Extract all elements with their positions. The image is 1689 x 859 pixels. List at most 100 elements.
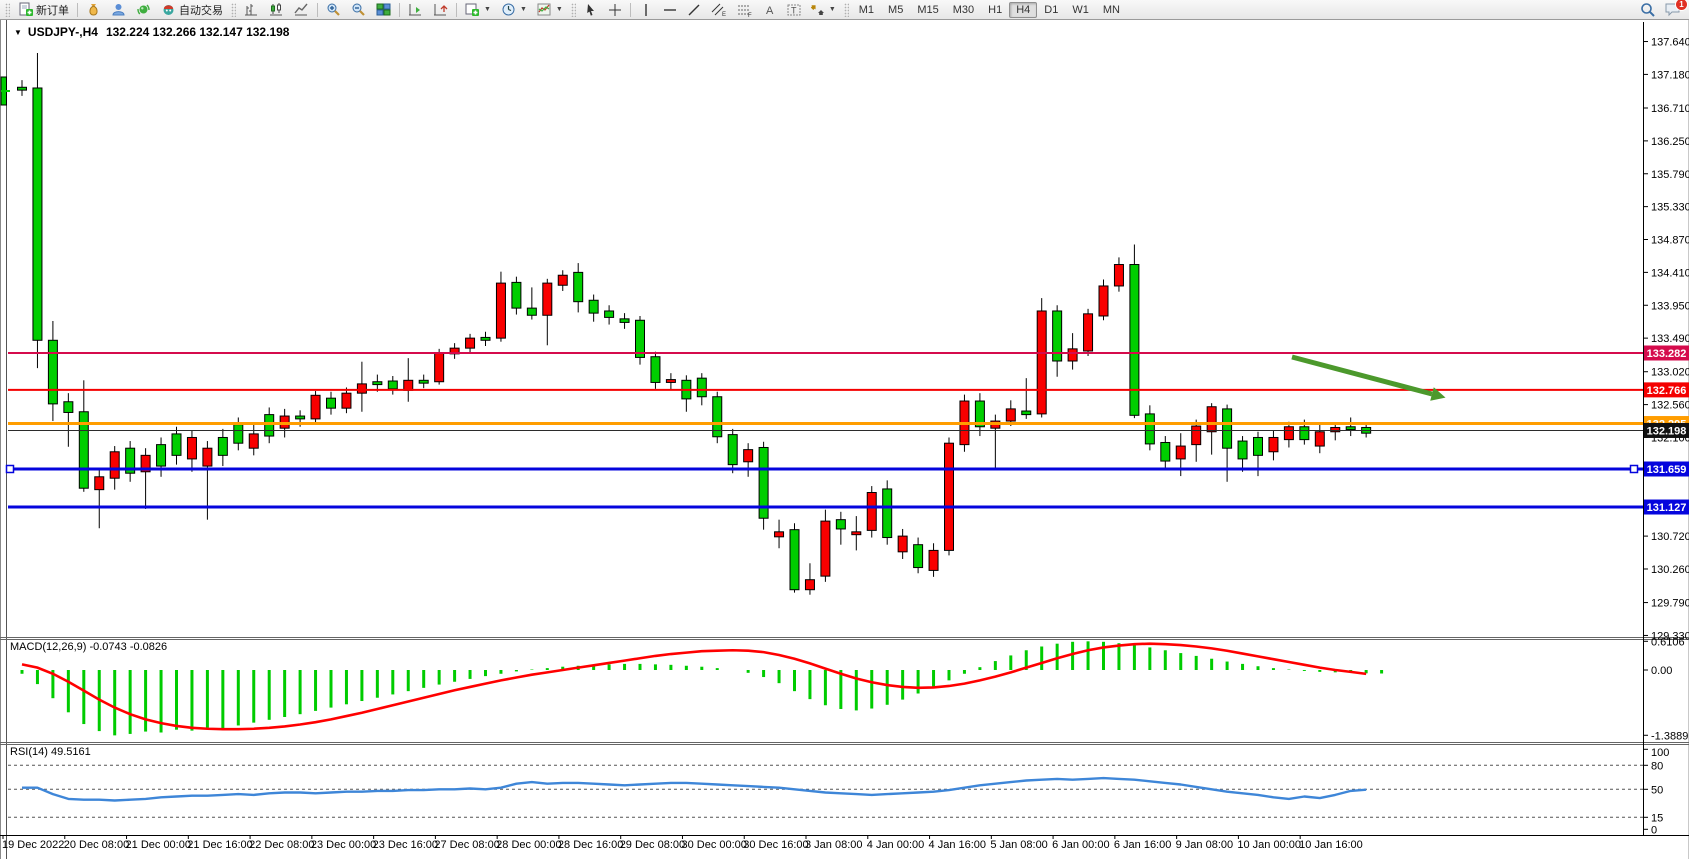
community-button[interactable] (106, 0, 131, 19)
tile-windows-button[interactable] (371, 0, 396, 19)
price-badge-label: 131.127 (1647, 502, 1687, 514)
bar-chart-button[interactable] (239, 0, 264, 19)
toolbar-separator (77, 3, 78, 17)
price-tick-label: 137.640 (1651, 37, 1689, 49)
svg-text:E: E (722, 12, 726, 17)
notifications-button[interactable]: 1 (1664, 2, 1681, 17)
text-label-icon: T (787, 3, 801, 17)
crosshair-button[interactable] (603, 1, 627, 19)
cursor-icon (584, 3, 598, 17)
bear-candle (775, 532, 784, 537)
price-badge-131127: 131.127 (1644, 500, 1689, 515)
time-tick-label: 22 Dec 08:00 (249, 839, 314, 851)
chart-shift-button[interactable] (403, 0, 428, 19)
horizontal-line-icon (663, 3, 677, 17)
zoom-out-button[interactable] (346, 0, 371, 19)
bear-candle (1176, 446, 1185, 459)
time-tick-label: 10 Jan 00:00 (1237, 839, 1301, 851)
search-icon[interactable] (1640, 2, 1656, 18)
rsi-panel[interactable]: 1008050150 (8, 747, 1669, 836)
bull-candle (527, 308, 536, 315)
chart-title[interactable]: ▼USDJPY-,H4132.224 132.266 132.147 132.1… (14, 25, 289, 39)
equidistant-channel-button[interactable]: E (706, 1, 732, 19)
bear-candle (558, 275, 567, 285)
tf-button-m15[interactable]: M15 (910, 2, 945, 18)
tile-windows-icon (376, 2, 391, 17)
tf-button-h1[interactable]: H1 (981, 2, 1009, 18)
indicators-button[interactable]: ▼ (532, 0, 568, 19)
bull-candle (728, 435, 737, 465)
bull-candle (33, 88, 42, 340)
cursor-button[interactable] (579, 1, 603, 19)
bear-candle (187, 437, 196, 458)
rsi-axis-label: 100 (1651, 747, 1669, 759)
hline-131659[interactable] (7, 465, 1644, 472)
text-label-button[interactable]: T (782, 1, 806, 19)
tf-button-h4[interactable]: H4 (1009, 2, 1037, 18)
tf-button-mn[interactable]: MN (1096, 2, 1127, 18)
time-axis[interactable]: 19 Dec 202220 Dec 08:0021 Dec 00:0021 De… (2, 835, 1363, 851)
price-tick-label: 135.330 (1651, 202, 1689, 214)
vertical-line-button[interactable] (634, 1, 658, 19)
money-bag-button[interactable] (81, 0, 106, 19)
price-tick-label: 130.720 (1651, 531, 1689, 543)
periods-button[interactable]: ▼ (496, 0, 532, 19)
bull-candle (296, 416, 305, 419)
price-tick-label: 136.250 (1651, 136, 1689, 148)
tf-button-m30[interactable]: M30 (946, 2, 981, 18)
bear-candle (404, 380, 413, 390)
autotrade-button[interactable]: 自动交易 (156, 0, 228, 20)
new-chart-button[interactable]: ▼ (460, 0, 496, 19)
price-chart-canvas[interactable]: 137.640137.180136.710136.250135.790135.3… (0, 0, 1689, 859)
time-tick-label: 29 Dec 08:00 (620, 839, 685, 851)
collapse-triangle-icon[interactable]: ▼ (14, 28, 22, 37)
price-tick-label: 137.180 (1651, 69, 1689, 81)
vertical-line-icon (639, 3, 653, 17)
zoom-in-button[interactable] (321, 0, 346, 19)
candles-layer[interactable] (18, 53, 1371, 595)
time-tick-label: 23 Dec 00:00 (311, 839, 376, 851)
tf-button-d1[interactable]: D1 (1037, 2, 1065, 18)
bear-candle (203, 448, 212, 466)
svg-text:A: A (766, 5, 774, 17)
price-badge-label: 132.766 (1647, 385, 1687, 397)
trend-arrow-drawing[interactable] (1292, 357, 1446, 401)
autotrade-label: 自动交易 (179, 2, 223, 18)
trendline-button[interactable] (682, 1, 706, 19)
tf-button-m5[interactable]: M5 (881, 2, 910, 18)
bear-candle (435, 353, 444, 382)
zoom-out-icon (351, 2, 366, 17)
macd-panel[interactable]: 0.61060.00-1.3889 (22, 636, 1688, 742)
periods-clock-icon (501, 2, 516, 17)
toolbar-grip[interactable] (571, 3, 576, 17)
toolbar-grip[interactable] (844, 3, 849, 17)
rsi-axis-label: 15 (1651, 812, 1663, 824)
time-tick-label: 21 Dec 00:00 (126, 839, 191, 851)
bear-candle (805, 580, 814, 590)
chevron-down-icon: ▼ (829, 6, 836, 13)
horizontal-line-button[interactable] (658, 1, 682, 19)
bull-candle (1300, 427, 1309, 440)
bull-candle (218, 437, 227, 455)
bull-candle (790, 530, 799, 590)
tf-button-m1[interactable]: M1 (852, 2, 881, 18)
signal-button[interactable] (131, 0, 156, 19)
tf-button-w1[interactable]: W1 (1065, 2, 1096, 18)
line-handle (1631, 465, 1638, 472)
time-tick-label: 28 Dec 00:00 (496, 839, 561, 851)
price-axis[interactable]: 137.640137.180136.710136.250135.790135.3… (1643, 37, 1689, 643)
fibonacci-button[interactable]: F (732, 1, 758, 19)
chevron-down-icon: ▼ (520, 6, 527, 13)
ohlc-quote-label: 132.224 132.266 132.147 132.198 (106, 25, 290, 39)
bull-candle (234, 425, 243, 444)
community-icon (111, 2, 126, 17)
candlestick-button[interactable] (264, 0, 289, 19)
line-chart-button[interactable] (289, 0, 314, 19)
chart-autoscroll-button[interactable] (428, 0, 453, 19)
candlestick-icon (269, 2, 284, 17)
toolbar-grip[interactable] (5, 3, 10, 17)
new-order-button[interactable]: 新订单 (13, 0, 74, 20)
toolbar-grip[interactable] (231, 3, 236, 17)
arrows-button[interactable]: ▼ (806, 1, 841, 19)
text-button[interactable]: A (758, 1, 782, 19)
